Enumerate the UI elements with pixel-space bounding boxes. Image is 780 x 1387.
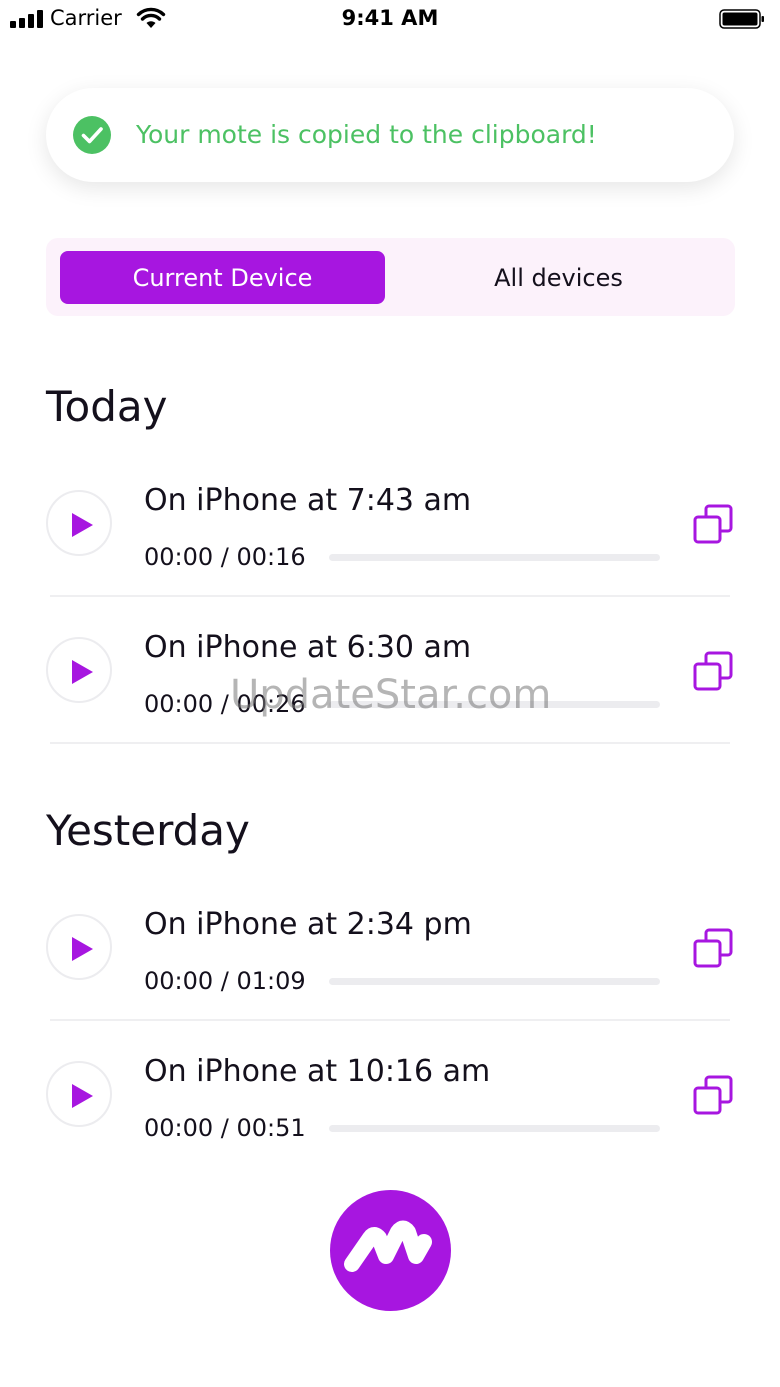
recording-title[interactable]: On iPhone at 7:43 am <box>144 483 471 518</box>
copy-icon[interactable] <box>693 651 733 691</box>
section-title-today: Today <box>46 382 168 431</box>
row-divider <box>50 742 730 744</box>
playback-progress[interactable] <box>329 554 660 561</box>
tab-current-device[interactable]: Current Device <box>60 251 385 304</box>
play-button[interactable] <box>46 490 112 556</box>
section-title-yesterday: Yesterday <box>46 806 250 855</box>
play-button[interactable] <box>46 914 112 980</box>
recording-title[interactable]: On iPhone at 10:16 am <box>144 1054 490 1089</box>
watermark: UpdateStar.com <box>230 672 552 718</box>
playback-progress[interactable] <box>329 978 660 985</box>
play-button[interactable] <box>46 637 112 703</box>
copy-icon[interactable] <box>693 504 733 544</box>
play-button[interactable] <box>46 1061 112 1127</box>
row-divider <box>50 1019 730 1021</box>
clock: 9:41 AM <box>341 6 439 30</box>
status-bar: Carrier 9:41 AM <box>0 0 780 40</box>
check-circle-icon <box>73 116 111 154</box>
battery-icon <box>719 9 764 29</box>
copy-icon[interactable] <box>693 1075 733 1115</box>
mote-logo-icon <box>344 1220 432 1272</box>
recording-time: 00:00 / 00:51 <box>144 1114 306 1142</box>
recording-title[interactable]: On iPhone at 2:34 pm <box>144 907 472 942</box>
record-button[interactable] <box>330 1190 451 1311</box>
playback-progress[interactable] <box>329 1125 660 1132</box>
copy-icon[interactable] <box>693 928 733 968</box>
play-icon <box>72 1084 93 1108</box>
recording-time: 00:00 / 00:16 <box>144 543 306 571</box>
recording-title[interactable]: On iPhone at 6:30 am <box>144 630 471 665</box>
recording-time: 00:00 / 01:09 <box>144 967 306 995</box>
tab-all-devices[interactable]: All devices <box>396 251 721 304</box>
toast-message: Your mote is copied to the clipboard! <box>136 120 597 149</box>
row-divider <box>50 595 730 597</box>
play-icon <box>72 937 93 961</box>
play-icon <box>72 513 93 537</box>
play-icon <box>72 660 93 684</box>
